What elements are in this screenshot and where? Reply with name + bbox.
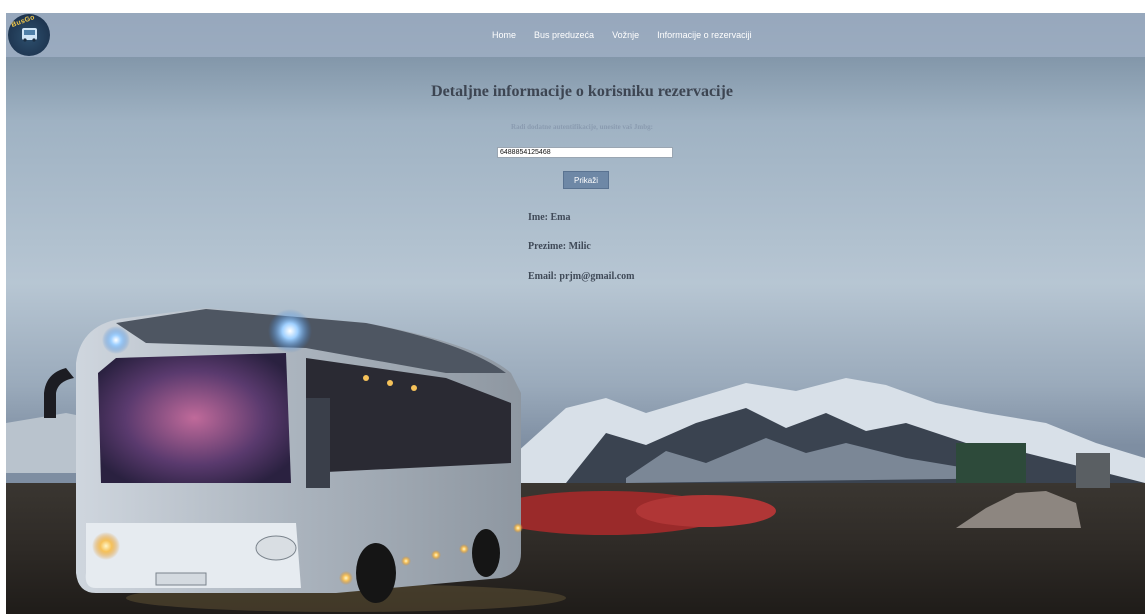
- email-label: Email: prjm@gmail.com: [528, 271, 635, 282]
- auth-instruction: Radi dodatne autentifikacije, unesite va…: [511, 123, 653, 131]
- nav-links: Home Bus preduzeća Vožnje Informacije o …: [492, 13, 770, 57]
- page-title: Detaljne informacije o korisniku rezerva…: [431, 83, 733, 100]
- background-image: [6, 13, 1145, 614]
- page: BusGo Home Bus preduzeća Vožnje Informac…: [6, 13, 1145, 614]
- navbar: BusGo Home Bus preduzeća Vožnje Informac…: [6, 13, 1145, 57]
- nav-link-voznje[interactable]: Vožnje: [612, 30, 639, 40]
- nav-link-informacije-o-rezervaciji[interactable]: Informacije o rezervaciji: [657, 30, 752, 40]
- show-button[interactable]: Prikaži: [563, 171, 609, 189]
- last-name-label: Prezime: Milic: [528, 241, 591, 252]
- jmbg-input[interactable]: [497, 147, 673, 158]
- first-name-label: Ime: Ema: [528, 212, 571, 223]
- logo[interactable]: BusGo: [8, 14, 50, 56]
- nav-link-home[interactable]: Home: [492, 30, 516, 40]
- nav-link-bus-preduzeca[interactable]: Bus preduzeća: [534, 30, 594, 40]
